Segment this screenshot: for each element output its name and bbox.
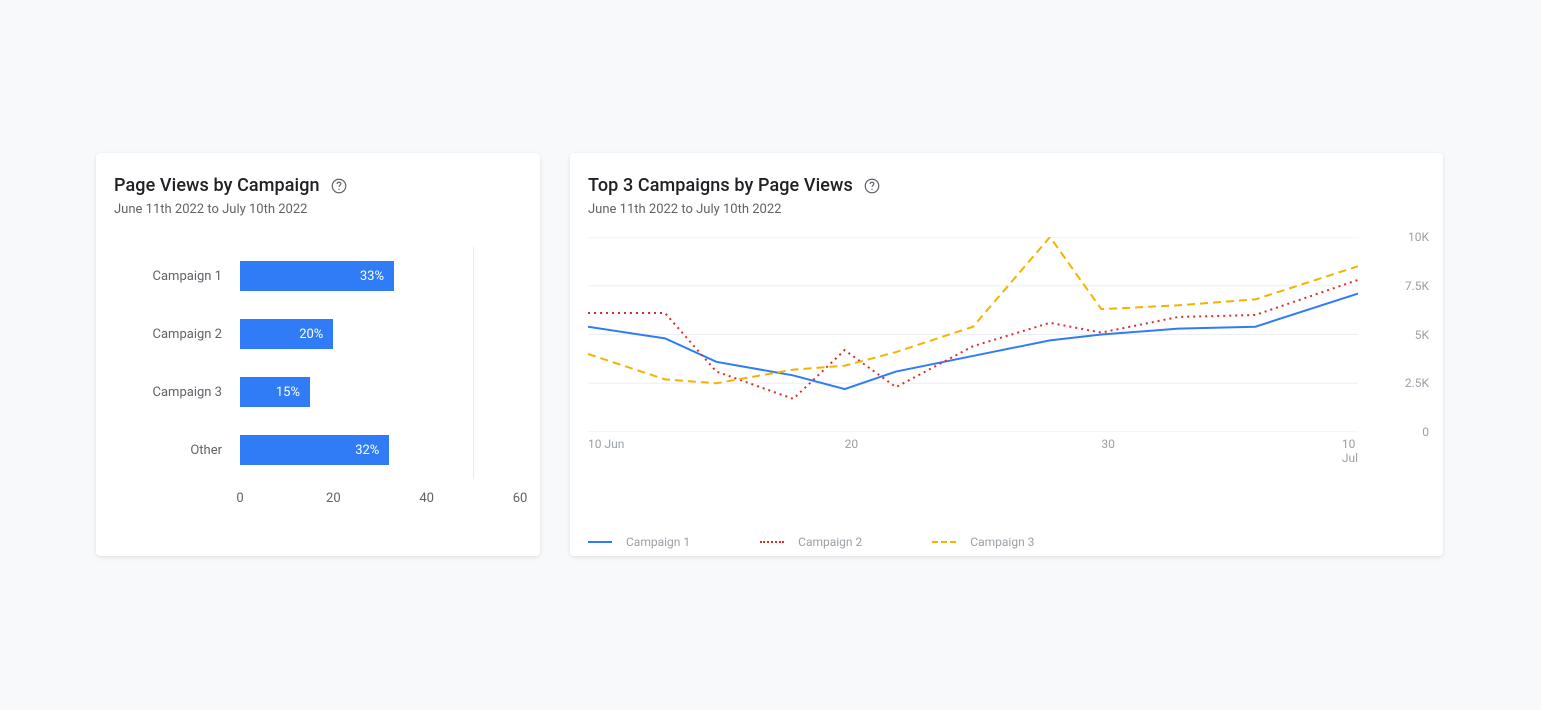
legend-item-campaign-3: Campaign 3 xyxy=(932,535,1034,549)
bar-value-label: 33% xyxy=(360,269,384,284)
bar-row: Other 32% xyxy=(114,421,522,479)
bar-value-label: 32% xyxy=(355,443,379,458)
bar-x-tick: 40 xyxy=(419,491,434,506)
line-x-tick: 10 Jun xyxy=(588,437,624,451)
help-icon[interactable] xyxy=(863,177,881,195)
bar-category-label: Campaign 1 xyxy=(114,269,240,284)
bar-fill: 15% xyxy=(240,377,310,407)
legend-label: Campaign 1 xyxy=(626,535,690,549)
bar-category-label: Campaign 3 xyxy=(114,385,240,400)
bar-value-label: 20% xyxy=(299,327,323,342)
line-series xyxy=(588,280,1358,399)
legend-label: Campaign 2 xyxy=(798,535,862,549)
legend-item-campaign-2: Campaign 2 xyxy=(760,535,862,549)
bar-fill: 33% xyxy=(240,261,394,291)
line-x-tick: 30 xyxy=(1101,437,1115,451)
line-x-tick: 10 Jul xyxy=(1342,437,1358,465)
bar-fill: 20% xyxy=(240,319,333,349)
card-subtitle: June 11th 2022 to July 10th 2022 xyxy=(588,202,1425,217)
legend: Campaign 1 Campaign 2 Campaign 3 xyxy=(588,535,1425,549)
bar-value-label: 15% xyxy=(276,385,300,400)
line-y-tick: 7.5K xyxy=(1405,279,1429,293)
line-y-tick: 5K xyxy=(1415,328,1429,342)
line-y-tick: 2.5K xyxy=(1405,376,1429,390)
legend-label: Campaign 3 xyxy=(970,535,1034,549)
line-y-tick: 0 xyxy=(1422,425,1429,439)
bar-x-tick: 60 xyxy=(513,491,528,506)
line-series xyxy=(588,237,1358,383)
bar-category-label: Other xyxy=(114,443,240,458)
legend-swatch xyxy=(760,541,784,543)
bar-x-tick: 20 xyxy=(326,491,341,506)
bar-row: Campaign 1 33% xyxy=(114,247,522,305)
card-subtitle: June 11th 2022 to July 10th 2022 xyxy=(114,202,522,217)
line-x-tick: 20 xyxy=(845,437,859,451)
bar-row: Campaign 3 15% xyxy=(114,363,522,421)
top-campaigns-card: Top 3 Campaigns by Page Views June 11th … xyxy=(570,153,1443,556)
bar-category-label: Campaign 2 xyxy=(114,327,240,342)
bar-fill: 32% xyxy=(240,435,389,465)
help-icon[interactable] xyxy=(330,177,348,195)
legend-swatch xyxy=(932,541,956,543)
bar-x-tick: 0 xyxy=(236,491,243,506)
line-y-tick: 10K xyxy=(1408,230,1429,244)
card-title: Page Views by Campaign xyxy=(114,175,320,196)
legend-item-campaign-1: Campaign 1 xyxy=(588,535,690,549)
card-title: Top 3 Campaigns by Page Views xyxy=(588,175,853,196)
legend-swatch xyxy=(588,541,612,543)
bar-chart: Campaign 1 33% Campaign 2 20% Campaign 3 15% O… xyxy=(114,247,522,537)
line-chart: 02.5K5K7.5K10K 10 Jun203010 Jul xyxy=(588,237,1425,487)
page-views-by-campaign-card: Page Views by Campaign June 11th 2022 to… xyxy=(96,153,540,556)
line-series xyxy=(588,294,1358,390)
bar-row: Campaign 2 20% xyxy=(114,305,522,363)
